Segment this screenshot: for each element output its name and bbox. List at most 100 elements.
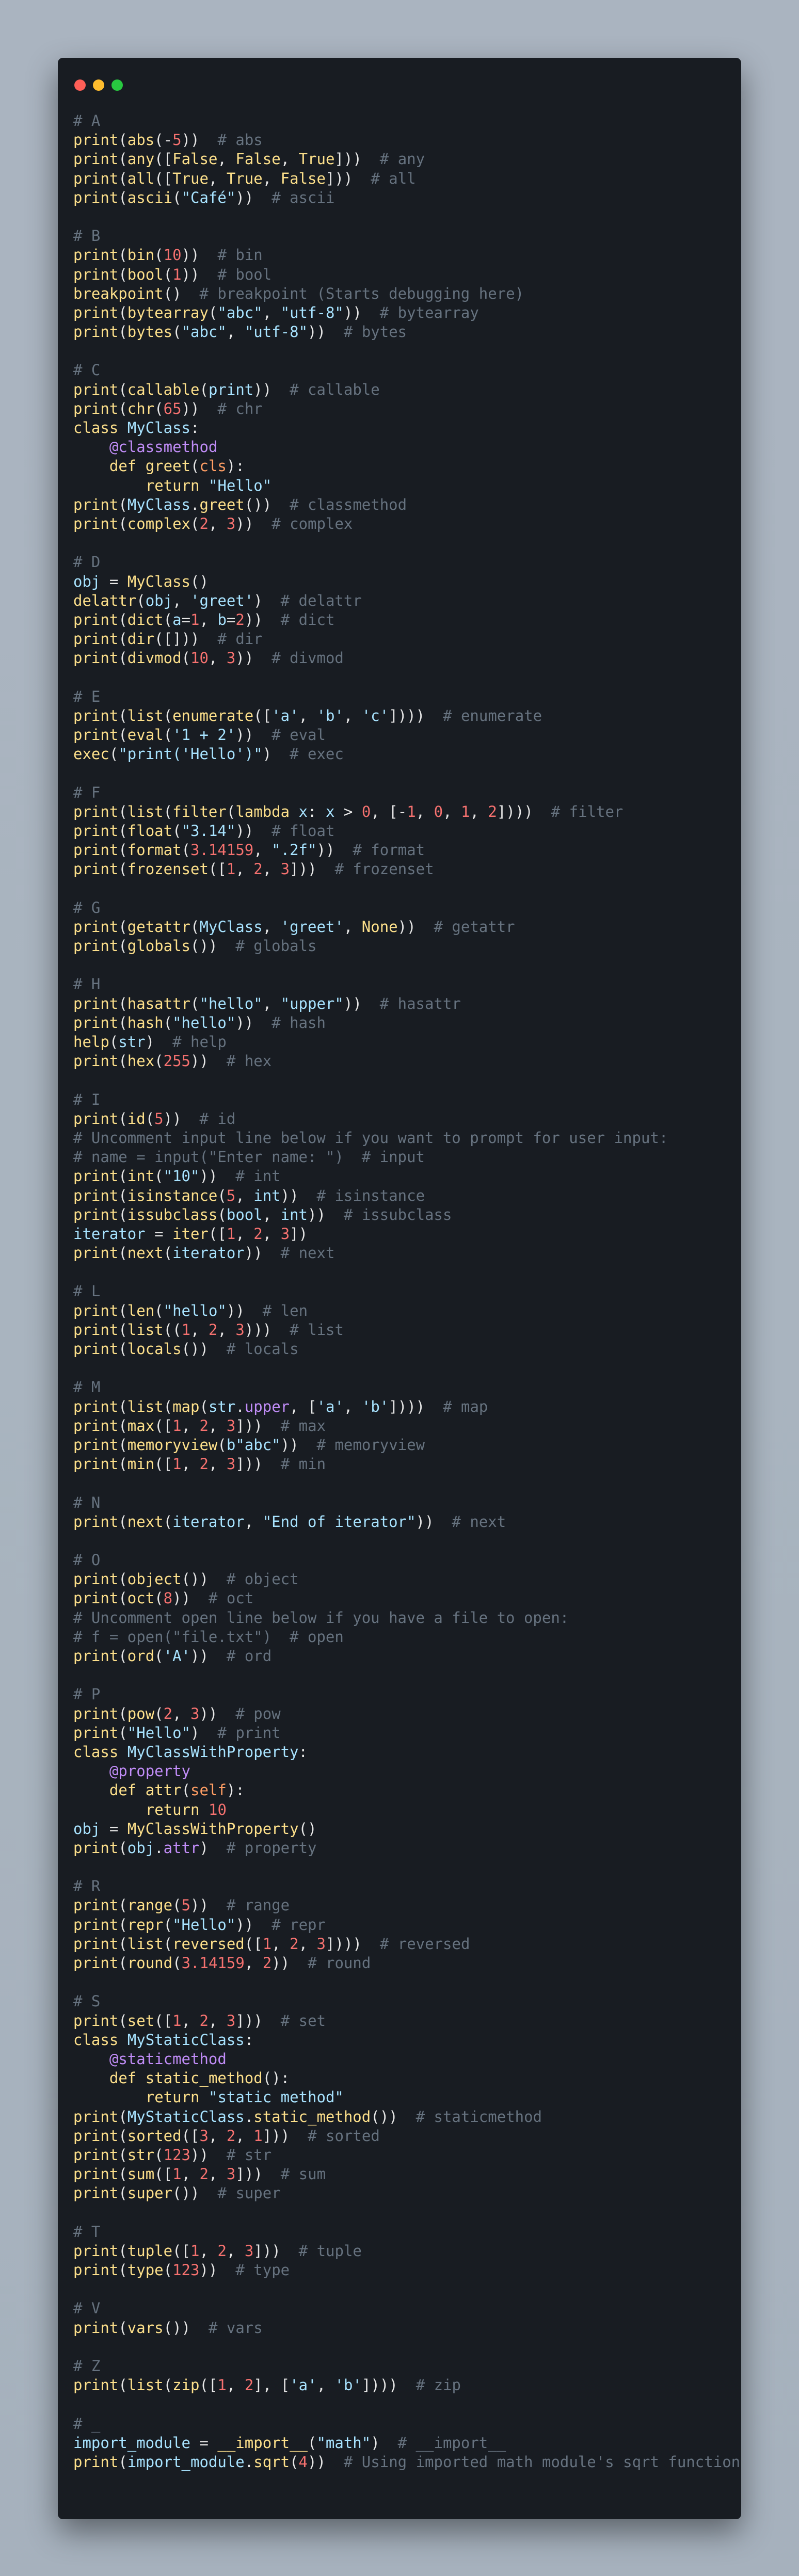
code-line: print(bin(10)) # bin	[73, 246, 263, 264]
code-line: print(tuple([1, 2, 3])) # tuple	[73, 2242, 362, 2260]
code-line: print(str(123)) # str	[73, 2146, 272, 2164]
code-line: print(min([1, 2, 3])) # min	[73, 1455, 326, 1473]
code-line: # R	[73, 1877, 101, 1895]
minimize-window-button[interactable]	[93, 79, 104, 91]
code-line: delattr(obj, 'greet') # delattr	[73, 591, 362, 609]
code-line: print(isinstance(5, int)) # isinstance	[73, 1186, 425, 1204]
code-line: print(ord('A')) # ord	[73, 1647, 272, 1665]
code-line: print(memoryview(b"abc")) # memoryview	[73, 1436, 425, 1454]
code-line: class MyClassWithProperty:	[73, 1743, 308, 1761]
code-line: return "Hello"	[145, 476, 272, 494]
code-line: print(float("3.14")) # float	[73, 822, 335, 840]
code-line: def attr(self):	[109, 1781, 245, 1799]
close-window-button[interactable]	[74, 79, 86, 91]
code-line: print(super()) # super	[73, 2184, 281, 2202]
code-line: print(next(iterator)) # next	[73, 1244, 335, 1262]
code-line: class MyStaticClass:	[73, 2031, 254, 2049]
code-line: print(list(enumerate(['a', 'b', 'c']))) …	[73, 706, 542, 725]
code-line: # name = input("Enter name: ") # input	[73, 1148, 425, 1166]
code-block: # Aprint(abs(-5)) # abs print(any([False,…	[73, 111, 741, 2472]
code-line: print(range(5)) # range	[73, 1896, 290, 1914]
code-line: print(getattr(MyClass, 'greet', None)) #…	[73, 917, 515, 936]
code-line: print(len("hello")) # len	[73, 1301, 308, 1319]
code-line: @property	[109, 1762, 191, 1780]
code-line: print(bytes("abc", "utf-8")) # bytes	[73, 323, 407, 341]
code-line: print(import_module.sqrt(4)) # Using imp…	[73, 2453, 741, 2471]
code-line: # I	[73, 1090, 101, 1108]
code-line: # F	[73, 783, 101, 801]
code-line: # N	[73, 1493, 101, 1511]
code-line: def static_method():	[109, 2069, 290, 2087]
code-line: # f = open("file.txt") # open	[73, 1628, 344, 1646]
code-line: breakpoint() # breakpoint (Starts debugg…	[73, 284, 524, 302]
code-line: print(sum([1, 2, 3])) # sum	[73, 2165, 326, 2183]
code-line: print(list(filter(lambda x: x > 0, [-1, …	[73, 802, 624, 820]
code-line: print(list(zip([1, 2], ['a', 'b']))) # z…	[73, 2376, 461, 2394]
code-line: print(list((1, 2, 3))) # list	[73, 1321, 344, 1339]
code-line: obj = MyClass()	[73, 572, 209, 590]
code-line: print("Hello") # print	[73, 1724, 281, 1742]
code-line: print(type(123)) # type	[73, 2261, 290, 2279]
code-line: print(list(map(str.upper, ['a', 'b']))) …	[73, 1397, 488, 1415]
code-line: print(any([False, False, True])) # any	[73, 150, 425, 168]
code-line: # O	[73, 1551, 101, 1569]
code-line: print(sorted([3, 2, 1])) # sorted	[73, 2127, 380, 2145]
code-line: print(bytearray("abc", "utf-8")) # bytea…	[73, 303, 479, 321]
code-line: # G	[73, 898, 101, 916]
code-line: import_module = __import__("math") # __i…	[73, 2434, 506, 2452]
code-line: print(max([1, 2, 3])) # max	[73, 1416, 326, 1435]
code-line: # E	[73, 687, 101, 705]
code-line: print(int("10")) # int	[73, 1167, 281, 1185]
code-line: # D	[73, 553, 101, 571]
zoom-window-button[interactable]	[111, 79, 123, 91]
code-line: print(obj.attr) # property	[73, 1839, 317, 1857]
code-line: print(set([1, 2, 3])) # set	[73, 2011, 326, 2030]
code-line: print(abs(-5)) # abs	[73, 131, 263, 149]
code-line: return 10	[145, 1800, 227, 1818]
code-line: print(round(3.14159, 2)) # round	[73, 1954, 371, 1972]
code-line: print(oct(8)) # oct	[73, 1589, 254, 1607]
code-line: # C	[73, 361, 101, 379]
code-line: print(object()) # object	[73, 1570, 299, 1588]
code-line: print(divmod(10, 3)) # divmod	[73, 649, 344, 667]
code-line: @staticmethod	[109, 2050, 227, 2068]
code-line: print(locals()) # locals	[73, 1340, 299, 1358]
code-line: print(dict(a=1, b=2)) # dict	[73, 610, 335, 629]
code-line: print(hash("hello")) # hash	[73, 1013, 326, 1032]
code-line: print(callable(print)) # callable	[73, 380, 380, 398]
code-line: print(id(5)) # id	[73, 1109, 236, 1128]
code-line: print(dir([])) # dir	[73, 630, 263, 648]
code-line: print(complex(2, 3)) # complex	[73, 514, 353, 533]
code-line: class MyClass:	[73, 419, 200, 437]
code-line: help(str) # help	[73, 1033, 227, 1051]
code-line: obj = MyClassWithProperty()	[73, 1820, 317, 1838]
code-line: print(ascii("Café")) # ascii	[73, 188, 335, 206]
code-line: # A	[73, 112, 101, 130]
code-line: # H	[73, 975, 101, 993]
code-line: print(repr("Hello")) # repr	[73, 1915, 326, 1934]
code-line: print(pow(2, 3)) # pow	[73, 1704, 281, 1722]
code-line: print(hasattr("hello", "upper")) # hasat…	[73, 994, 461, 1012]
code-line: exec("print('Hello')") # exec	[73, 745, 344, 763]
code-line: def greet(cls):	[109, 457, 245, 475]
code-line: print(format(3.14159, ".2f")) # format	[73, 841, 425, 859]
code-line: print(MyClass.greet()) # classmethod	[73, 495, 407, 513]
code-line: # L	[73, 1282, 101, 1300]
code-line: print(list(reversed([1, 2, 3]))) # rever…	[73, 1935, 470, 1953]
